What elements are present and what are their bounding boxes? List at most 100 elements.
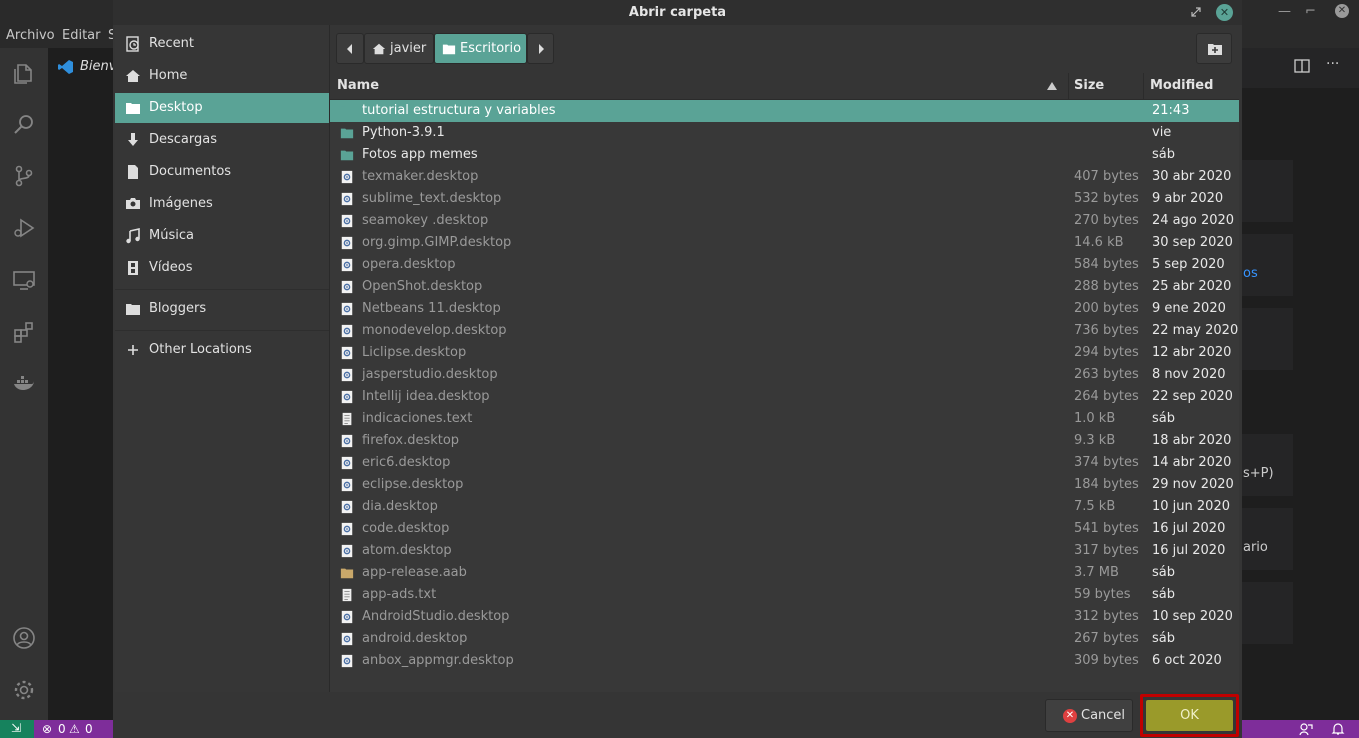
file-name: OpenShot.desktop <box>362 279 483 294</box>
file-row[interactable]: OpenShot.desktop 288 bytes 25 abr 2020 <box>330 276 1239 298</box>
sidebar-item-home[interactable]: Home <box>115 61 329 91</box>
remote-explorer-icon[interactable] <box>12 268 36 292</box>
welcome-link-fragment[interactable]: os <box>1243 266 1258 281</box>
column-modified-header[interactable]: Modified <box>1150 78 1213 93</box>
desktop-file-icon <box>341 632 353 646</box>
column-name-header[interactable]: Name <box>337 78 379 93</box>
column-divider[interactable] <box>1068 73 1069 99</box>
source-control-icon[interactable] <box>12 164 36 188</box>
chevron-right-icon <box>539 44 544 54</box>
file-name: sublime_text.desktop <box>362 191 502 206</box>
file-row[interactable]: seamokey .desktop 270 bytes 24 ago 2020 <box>330 210 1239 232</box>
close-icon[interactable]: ✕ <box>1216 4 1233 21</box>
warning-count[interactable]: 0 <box>85 722 93 736</box>
archive-file-icon <box>340 568 354 579</box>
sidebar-item-bloggers[interactable]: Bloggers <box>115 294 329 324</box>
file-row[interactable]: texmaker.desktop 407 bytes 30 abr 2020 <box>330 166 1239 188</box>
sidebar-item-desktop[interactable]: Desktop <box>115 93 329 123</box>
docker-icon[interactable] <box>12 372 36 396</box>
file-size: 1.0 kB <box>1074 411 1116 426</box>
new-folder-button[interactable] <box>1196 33 1232 64</box>
file-row[interactable]: org.gimp.GIMP.desktop 14.6 kB 30 sep 2020 <box>330 232 1239 254</box>
sidebar-item-documentos[interactable]: Documentos <box>115 157 329 187</box>
run-debug-icon[interactable] <box>12 216 36 240</box>
menu-archivo[interactable]: Archivo <box>6 28 55 43</box>
sidebar-item-videos[interactable]: Vídeos <box>115 253 329 283</box>
dialog-titlebar[interactable]: Abrir carpeta ✕ <box>113 0 1242 25</box>
file-modified: 9 ene 2020 <box>1152 301 1226 316</box>
split-editor-icon[interactable] <box>1294 58 1310 74</box>
file-modified: 5 sep 2020 <box>1152 257 1225 272</box>
file-row[interactable]: Python-3.9.1 vie <box>330 122 1239 144</box>
file-row[interactable]: indicaciones.text 1.0 kB sáb <box>330 408 1239 430</box>
file-row[interactable]: Fotos app memes sáb <box>330 144 1239 166</box>
welcome-card[interactable] <box>1240 508 1293 570</box>
file-row[interactable]: app-release.aab 3.7 MB sáb <box>330 562 1239 584</box>
welcome-card[interactable] <box>1240 308 1293 370</box>
more-actions-icon[interactable]: ··· <box>1326 56 1339 72</box>
column-size-header[interactable]: Size <box>1074 78 1104 93</box>
path-segment-escritorio[interactable]: Escritorio <box>434 33 527 64</box>
cancel-button[interactable]: ✕ Cancel <box>1045 699 1133 732</box>
file-size: 264 bytes <box>1074 389 1139 404</box>
file-row[interactable]: android.desktop 267 bytes sáb <box>330 628 1239 650</box>
sidebar-item-imagenes[interactable]: Imágenes <box>115 189 329 219</box>
welcome-card[interactable] <box>1240 160 1293 222</box>
column-divider[interactable] <box>1143 73 1144 99</box>
sort-ascending-icon[interactable] <box>1047 82 1057 90</box>
explorer-icon[interactable] <box>12 62 36 86</box>
file-row[interactable]: app-ads.txt 59 bytes sáb <box>330 584 1239 606</box>
remote-status-button[interactable]: ⇲ <box>0 720 34 738</box>
feedback-icon[interactable] <box>1299 722 1313 736</box>
file-name: AndroidStudio.desktop <box>362 609 510 624</box>
restore-icon[interactable]: ⌐ <box>1305 4 1316 19</box>
file-row[interactable]: Netbeans 11.desktop 200 bytes 9 ene 2020 <box>330 298 1239 320</box>
path-back-button[interactable] <box>336 33 364 64</box>
minimize-icon[interactable]: — <box>1278 4 1291 19</box>
ok-button[interactable]: OK <box>1146 700 1233 731</box>
file-row[interactable]: tutorial estructura y variables 21:43 <box>330 100 1239 122</box>
account-icon[interactable] <box>12 626 36 650</box>
file-size: 184 bytes <box>1074 477 1139 492</box>
file-row[interactable]: anbox_appmgr.desktop 309 bytes 6 oct 2020 <box>330 650 1239 672</box>
file-row[interactable]: jasperstudio.desktop 263 bytes 8 nov 2020 <box>330 364 1239 386</box>
file-row[interactable]: monodevelop.desktop 736 bytes 22 may 2020 <box>330 320 1239 342</box>
path-forward-button[interactable] <box>527 33 554 64</box>
file-row[interactable]: Intellij idea.desktop 264 bytes 22 sep 202… <box>330 386 1239 408</box>
file-row[interactable]: AndroidStudio.desktop 312 bytes 10 sep 202… <box>330 606 1239 628</box>
sidebar-item-descargas[interactable]: Descargas <box>115 125 329 155</box>
file-row[interactable]: firefox.desktop 9.3 kB 18 abr 2020 <box>330 430 1239 452</box>
sidebar-item-recent[interactable]: Recent <box>115 29 329 59</box>
gear-icon[interactable] <box>12 678 36 702</box>
file-name: anbox_appmgr.desktop <box>362 653 514 668</box>
file-row[interactable]: sublime_text.desktop 532 bytes 9 abr 2020 <box>330 188 1239 210</box>
bell-icon[interactable] <box>1331 722 1345 736</box>
file-row[interactable]: eclipse.desktop 184 bytes 29 nov 2020 <box>330 474 1239 496</box>
welcome-card[interactable] <box>1240 582 1293 644</box>
file-row[interactable]: opera.desktop 584 bytes 5 sep 2020 <box>330 254 1239 276</box>
file-row[interactable]: dia.desktop 7.5 kB 10 jun 2020 <box>330 496 1239 518</box>
file-row[interactable]: code.desktop 541 bytes 16 jul 2020 <box>330 518 1239 540</box>
file-row[interactable]: Liclipse.desktop 294 bytes 12 abr 2020 <box>330 342 1239 364</box>
path-segment-javier[interactable]: javier <box>364 33 434 64</box>
file-modified: sáb <box>1152 147 1175 162</box>
close-icon[interactable]: ✕ <box>1335 4 1349 18</box>
menu-editar[interactable]: Editar <box>62 28 101 43</box>
file-row[interactable]: eric6.desktop 374 bytes 14 abr 2020 <box>330 452 1239 474</box>
file-list[interactable]: Name Size Modified tutorial estructura y… <box>330 73 1239 692</box>
file-row[interactable]: atom.desktop 317 bytes 16 jul 2020 <box>330 540 1239 562</box>
file-size: 294 bytes <box>1074 345 1139 360</box>
welcome-card[interactable] <box>1240 234 1293 296</box>
sidebar-item-other-locations[interactable]: Other Locations <box>115 335 329 365</box>
errors-icon[interactable]: ⊗ <box>42 722 52 736</box>
welcome-text-fragment: s+P) <box>1243 466 1274 481</box>
restore-icon[interactable] <box>1190 6 1202 18</box>
welcome-card[interactable] <box>1240 434 1293 496</box>
warnings-icon[interactable]: ⚠ <box>69 722 80 736</box>
file-modified: 9 abr 2020 <box>1152 191 1224 206</box>
sidebar-item-musica[interactable]: Música <box>115 221 329 251</box>
error-count[interactable]: 0 <box>58 722 66 736</box>
extensions-icon[interactable] <box>12 320 36 344</box>
open-folder-dialog: Abrir carpeta ✕ Recent Home Desktop Desc… <box>113 0 1242 738</box>
search-icon[interactable] <box>12 112 36 136</box>
